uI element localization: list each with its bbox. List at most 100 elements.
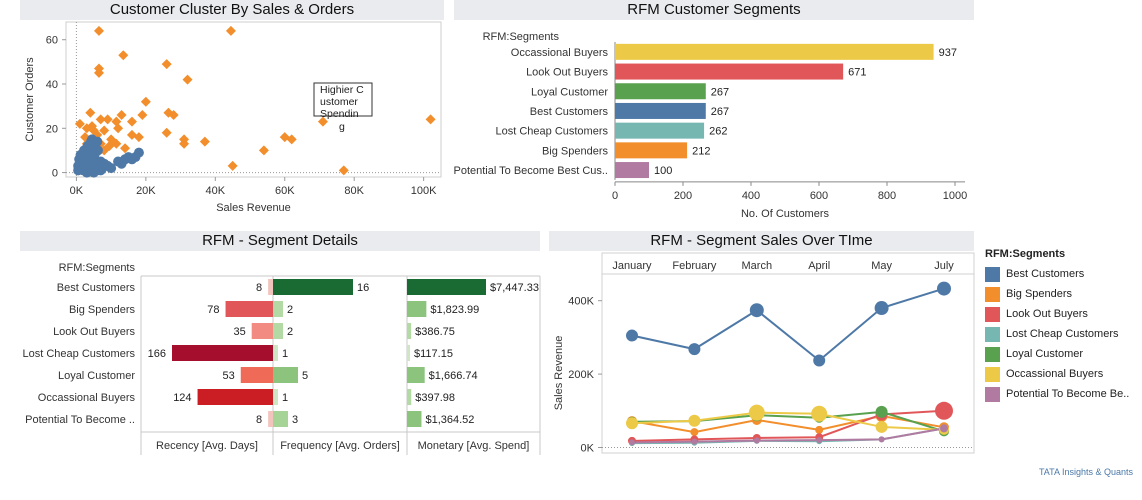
metric-value-label: 2: [287, 326, 293, 338]
metric-bar: [273, 411, 288, 427]
metric-value-label: 8: [256, 282, 262, 294]
metric-value-label: 166: [148, 348, 166, 360]
metric-value-label: $1,666.74: [429, 370, 478, 382]
series-point: [629, 439, 635, 446]
metric-value-label: 124: [173, 392, 191, 404]
y-tick-label: 60: [46, 35, 58, 47]
metric-value-label: 1: [282, 348, 288, 360]
legend-item[interactable]: Potential To Become Be..: [985, 384, 1140, 404]
category-label: Occassional Buyers: [511, 47, 609, 59]
legend-swatch: [985, 286, 1000, 302]
metric-bar: [273, 301, 283, 317]
metric-bar: [407, 345, 410, 361]
x-tick-label: 800: [878, 190, 896, 202]
y-tick-label: 400K: [568, 296, 594, 308]
bar: [615, 63, 844, 80]
segment-details-title: RFM - Segment Details: [20, 231, 540, 251]
series-point: [811, 405, 828, 422]
segment-details-table[interactable]: RFM:Segments Best Customers Big Spenders Lo…: [0, 253, 545, 458]
bar: [615, 162, 649, 179]
bar-value-label: 267: [711, 86, 729, 98]
legend-item[interactable]: Best Customers: [985, 264, 1140, 284]
scatter-point: [258, 145, 269, 156]
x-tick-label: 0: [612, 190, 618, 202]
category-label: Lost Cheap Customers: [23, 348, 136, 360]
legend-item[interactable]: Loyal Customer: [985, 344, 1140, 364]
bar: [615, 83, 706, 100]
legend-item[interactable]: Big Spenders: [985, 284, 1140, 304]
bar-value-label: 671: [848, 67, 866, 79]
metric-value-label: 78: [207, 304, 219, 316]
category-label: Potential To Become Best Cus..: [454, 165, 609, 177]
cluster-chart-title: Customer Cluster By Sales & Orders: [20, 0, 444, 20]
metric-bar: [407, 301, 427, 317]
scatter-point: [85, 107, 96, 118]
legend-title: RFM:Segments: [985, 248, 1066, 260]
x-tick-label: 40K: [206, 185, 226, 197]
y-tick-label: 0: [52, 168, 58, 180]
metric-value-label: 1: [282, 392, 288, 404]
column-header: Recency [Avg. Days]: [156, 440, 258, 452]
scatter-point: [133, 147, 144, 158]
metric-bar: [197, 389, 273, 405]
metric-value-label: $386.75: [415, 326, 455, 338]
series-point: [690, 428, 699, 437]
sales-over-time-title: RFM - Segment Sales Over TIme: [549, 231, 974, 251]
legend-item[interactable]: Occassional Buyers: [985, 364, 1140, 384]
x-tick-label: 400: [742, 190, 760, 202]
legend-swatch: [985, 366, 1000, 382]
bar: [615, 122, 705, 139]
month-label: May: [871, 260, 892, 272]
scatter-point: [182, 74, 193, 85]
metric-value-label: $7,447.33: [490, 282, 539, 294]
x-tick-label: 200: [674, 190, 692, 202]
metric-value-label: $117.15: [414, 348, 453, 360]
metric-value-label: 3: [292, 414, 298, 426]
segments-legend: RFM:Segments Best Customers Big Spenders L…: [985, 248, 1140, 404]
series-point: [749, 303, 764, 318]
legend-item[interactable]: Lost Cheap Customers: [985, 324, 1140, 344]
metric-value-label: 16: [357, 282, 369, 294]
scatter-point: [120, 143, 131, 154]
legend-label: Potential To Become Be..: [1006, 388, 1130, 400]
series-line: [631, 411, 945, 431]
legend-swatch: [985, 266, 1000, 282]
month-label: March: [742, 260, 773, 272]
metric-bar: [407, 389, 412, 405]
cluster-scatter-chart[interactable]: 0 20 40 60 0K 20K 40K 60K 80K 100K Sales Revenue Cu…: [0, 21, 450, 227]
x-tick-label: 100K: [411, 185, 437, 197]
metric-value-label: $397.98: [415, 392, 455, 404]
category-label: Look Out Buyers: [53, 326, 135, 338]
metric-bar: [172, 345, 273, 361]
metric-value-label: $1,823.99: [430, 304, 479, 316]
annotation-text: g: [339, 121, 345, 133]
series-point: [940, 424, 948, 433]
metric-bar: [407, 367, 425, 383]
legend-swatch: [985, 306, 1000, 322]
y-axis-label: Customer Orders: [24, 57, 36, 142]
series-point: [626, 329, 638, 342]
scatter-point: [95, 165, 106, 176]
metric-bar: [273, 345, 278, 361]
metric-bar: [273, 279, 353, 295]
y-axis-label: Sales Revenue: [553, 336, 565, 411]
x-tick-label: 60K: [275, 185, 295, 197]
month-label: January: [612, 260, 652, 272]
legend-item[interactable]: Look Out Buyers: [985, 304, 1140, 324]
month-label: February: [672, 260, 717, 272]
series-point: [875, 405, 888, 418]
scatter-point: [102, 114, 113, 125]
bar-value-label: 937: [939, 47, 957, 59]
y-tick-label: 200K: [568, 369, 594, 381]
bar-value-label: 212: [692, 145, 710, 157]
bar-value-label: 262: [709, 126, 727, 138]
metric-bar: [407, 323, 412, 339]
month-label: April: [808, 260, 830, 272]
metric-bar: [407, 411, 422, 427]
series-point: [753, 437, 760, 444]
metric-bar: [225, 301, 273, 317]
rfm-segments-bar-chart[interactable]: RFM:Segments Occassional Buyers 937 Look Ou…: [450, 22, 980, 227]
metric-bar: [251, 323, 273, 339]
scatter-point: [227, 160, 238, 171]
segment-sales-line-chart[interactable]: January February March April May July 0K 200K 40…: [545, 252, 980, 458]
